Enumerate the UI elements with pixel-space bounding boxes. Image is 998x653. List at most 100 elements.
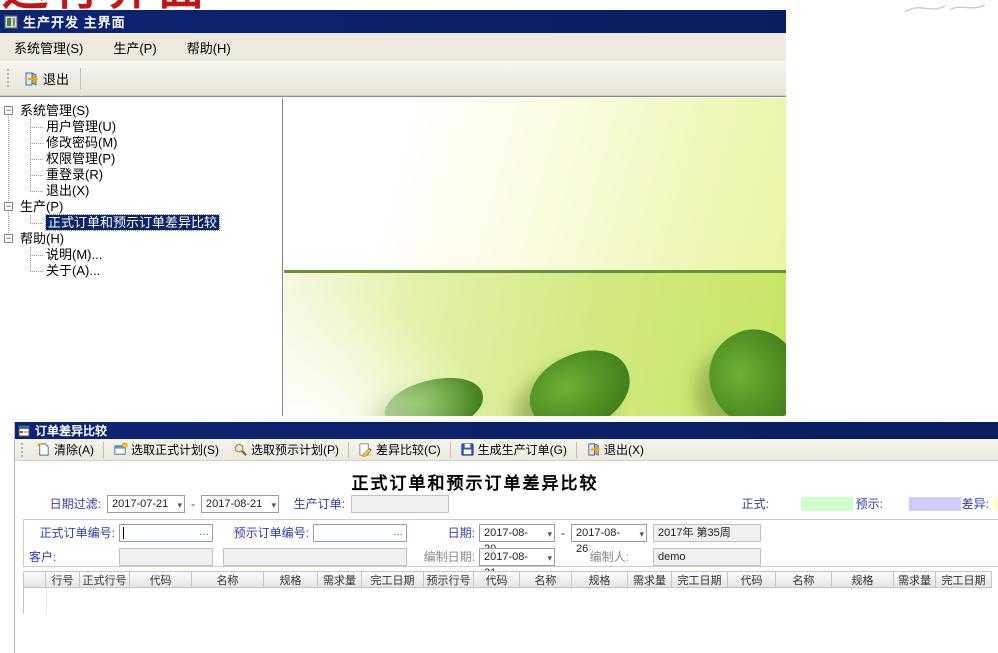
grid-header-formal-row-no[interactable]: 正式行号 [80, 572, 130, 588]
exit-door-icon [586, 442, 601, 457]
grid-header-finish-date-2[interactable]: 完工日期 [672, 572, 728, 588]
tree-node-label[interactable]: 退出(X) [46, 183, 89, 198]
collapse-icon[interactable]: − [4, 106, 13, 115]
grid-header-finish-date-3[interactable]: 完工日期 [936, 572, 992, 588]
forecast-order-browse-button[interactable]: … [393, 525, 404, 541]
tree-node-label[interactable]: 用户管理(U) [46, 119, 116, 134]
main-toolbar: 退出 [0, 62, 786, 96]
tree-node-label[interactable]: 权限管理(P) [46, 151, 115, 166]
tree-node-label-selected[interactable]: 正式订单和预示订单差异比较 [46, 215, 219, 230]
order-date-to-combo[interactable]: 2017-08-26 [571, 524, 647, 542]
exit-button[interactable]: 退出 [15, 66, 77, 91]
toolbar-separator [450, 442, 451, 458]
legend-diff-swatch [993, 497, 998, 511]
tree-node-user-management[interactable]: 用户管理(U) [0, 119, 282, 135]
tree-node-label[interactable]: 重登录(R) [46, 167, 103, 182]
formal-order-no-input[interactable]: … [119, 524, 213, 542]
grid-header-forecast-row-no[interactable]: 预示行号 [424, 572, 474, 588]
grid-header-name-3[interactable]: 名称 [776, 572, 832, 588]
grid-header-spec-2[interactable]: 规格 [572, 572, 628, 588]
tree-node-label[interactable]: 生产(P) [20, 199, 63, 214]
toolbar-grip[interactable] [6, 69, 11, 89]
main-title-bar[interactable]: 生产开发 主界面 [0, 10, 786, 33]
generate-order-label: 生成生产订单(G) [478, 441, 567, 458]
tree-node-label[interactable]: 修改密码(M) [46, 135, 118, 150]
navigation-tree-panel: − 系统管理(S) 用户管理(U) 修改密码(M) 权限管理(P) 重登录(R) [0, 98, 283, 416]
grid-header-name-2[interactable]: 名称 [520, 572, 572, 588]
filter-date-from-combo[interactable]: 2017-07-21 [107, 495, 185, 513]
grid-header-row: 行号 正式行号 代码 名称 规格 需求量 完工日期 预示行号 代码 名称 规格 … [23, 571, 992, 588]
grid-header-qty-3[interactable]: 需求量 [894, 572, 936, 588]
range-dash: - [561, 524, 565, 542]
tree-node-production[interactable]: − 生产(P) [0, 199, 282, 215]
tree-node-about[interactable]: 关于(A)... [0, 263, 282, 279]
tree-node-change-password[interactable]: 修改密码(M) [0, 135, 282, 151]
customer-input-2[interactable] [223, 548, 407, 566]
grid-header-code-3[interactable]: 代码 [728, 572, 776, 588]
select-forecast-plan-icon [233, 442, 248, 457]
photo-fade [284, 286, 484, 416]
toolbar-grip[interactable] [20, 443, 25, 457]
customer-label: 客户: [29, 548, 65, 566]
collapse-icon[interactable]: − [4, 234, 13, 243]
production-order-input[interactable] [351, 495, 449, 513]
select-formal-plan-button[interactable]: 选取正式计划(S) [106, 440, 226, 460]
tree-node-instructions[interactable]: 说明(M)... [0, 247, 282, 263]
tree-node-label[interactable]: 系统管理(S) [20, 103, 89, 118]
compare-exit-button[interactable]: 退出(X) [579, 440, 651, 460]
grid-header-code-2[interactable]: 代码 [474, 572, 520, 588]
forecast-order-no-label: 预示订单编号: [219, 524, 309, 542]
compare-window-icon [18, 425, 30, 437]
tree-node-label[interactable]: 关于(A)... [46, 263, 100, 278]
text-caret [123, 527, 124, 539]
menu-help[interactable]: 帮助(H) [181, 35, 237, 60]
tree-node-order-compare[interactable]: 正式订单和预示订单差异比较 [0, 215, 282, 231]
grid-header-selector[interactable] [24, 572, 46, 588]
grid-header-finish-date-1[interactable]: 完工日期 [362, 572, 424, 588]
compare-title-bar[interactable]: 订单差异比较 [15, 422, 998, 439]
tree-node-relogin[interactable]: 重登录(R) [0, 167, 282, 183]
grid-header-spec-1[interactable]: 规格 [264, 572, 318, 588]
select-forecast-plan-button[interactable]: 选取预示计划(P) [226, 440, 346, 460]
menu-system-management[interactable]: 系统管理(S) [8, 35, 89, 60]
main-window-title: 生产开发 主界面 [23, 12, 126, 31]
clear-icon [36, 442, 51, 457]
range-dash: - [191, 495, 195, 513]
compare-diff-label: 差异比较(C) [376, 441, 441, 458]
screen: 运行界面 生产开发 主界面 系统管理(S) 生产(P) 帮助(H) [0, 0, 998, 653]
save-icon [460, 442, 475, 457]
filter-date-to-combo[interactable]: 2017-08-21 [201, 495, 279, 513]
clear-button[interactable]: 清除(A) [29, 440, 101, 460]
week-field: 2017年 第35周 [653, 524, 761, 542]
forecast-order-no-input[interactable]: … [313, 524, 407, 542]
grid-header-name-1[interactable]: 名称 [192, 572, 264, 588]
grid-header-qty-2[interactable]: 需求量 [628, 572, 672, 588]
menu-production[interactable]: 生产(P) [107, 35, 162, 60]
exit-door-icon [23, 71, 39, 87]
generate-order-button[interactable]: 生成生产订单(G) [453, 440, 574, 460]
compare-exit-label: 退出(X) [604, 441, 644, 458]
grid-header-spec-3[interactable]: 规格 [832, 572, 894, 588]
tree-node-help[interactable]: − 帮助(H) [0, 231, 282, 247]
grid-header-code-1[interactable]: 代码 [130, 572, 192, 588]
tree-node-permission-management[interactable]: 权限管理(P) [0, 151, 282, 167]
grid-header-qty-1[interactable]: 需求量 [318, 572, 362, 588]
grid-empty-area[interactable] [23, 588, 998, 614]
compare-window: 订单差异比较 清除(A) 选取正式计划(S) [14, 422, 998, 653]
order-date-from-combo[interactable]: 2017-08-20 [479, 524, 555, 542]
prepared-date-combo[interactable]: 2017-08-21 [479, 548, 555, 566]
customer-input-1[interactable] [119, 548, 213, 566]
tree-node-system-management[interactable]: − 系统管理(S) [0, 103, 282, 119]
collapse-icon[interactable]: − [4, 202, 13, 211]
tree-node-exit[interactable]: 退出(X) [0, 183, 282, 199]
grid-header-row-no[interactable]: 行号 [46, 572, 80, 588]
select-forecast-plan-label: 选取预示计划(P) [251, 441, 339, 458]
formal-order-browse-button[interactable]: … [199, 525, 210, 541]
compare-diff-button[interactable]: 差异比较(C) [351, 440, 448, 460]
legend-formal-label: 正式: [733, 495, 769, 513]
tree-node-label[interactable]: 说明(M)... [46, 247, 102, 262]
tree-node-label[interactable]: 帮助(H) [20, 231, 64, 246]
preparer-field: demo [653, 548, 761, 566]
select-formal-plan-icon [113, 442, 128, 457]
preparer-label: 编制人: [555, 548, 629, 566]
